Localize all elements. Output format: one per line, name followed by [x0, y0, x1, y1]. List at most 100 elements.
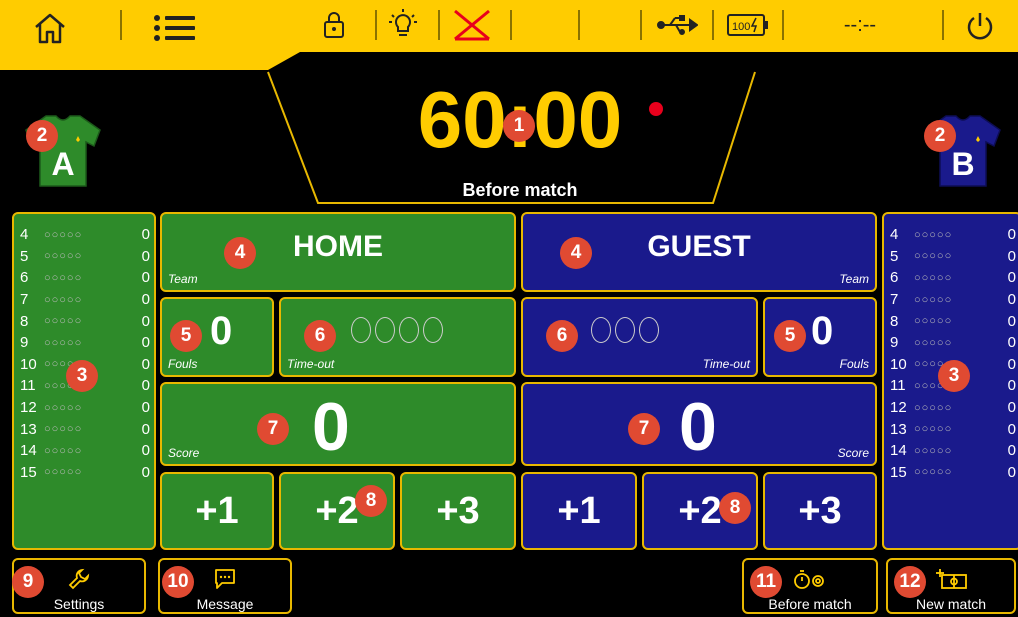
player-points: 0	[1007, 334, 1016, 352]
player-foul-indicators: ○○○○○	[44, 228, 83, 241]
callout-6: 6	[546, 320, 578, 352]
player-row[interactable]: 6 ○○○○○ 0	[20, 267, 150, 289]
player-foul-indicators: ○○○○○	[44, 250, 83, 263]
player-points: 0	[1007, 420, 1016, 438]
player-number: 7	[890, 291, 899, 309]
callout-8: 8	[719, 492, 751, 524]
player-row[interactable]: 7 ○○○○○ 0	[20, 289, 150, 311]
player-number: 7	[20, 291, 29, 309]
player-points: 0	[1007, 442, 1016, 460]
player-number: 14	[890, 442, 907, 460]
clock-running-indicator	[649, 102, 663, 116]
guest-plus1-button[interactable]: +1	[521, 472, 637, 550]
player-points: 0	[141, 291, 150, 309]
player-number: 9	[20, 334, 29, 352]
before-match-label: Before match	[768, 596, 852, 612]
home-timeout-label: Time-out	[287, 357, 335, 371]
player-number: 15	[20, 463, 37, 481]
guest-score-panel[interactable]: 0 Score	[521, 382, 877, 466]
callout-1: 1	[503, 110, 535, 142]
callout-10: 10	[162, 566, 194, 598]
player-number: 10	[20, 355, 37, 373]
home-timeout-indicators	[351, 317, 443, 343]
player-points: 0	[141, 442, 150, 460]
player-foul-indicators: ○○○○○	[914, 444, 953, 457]
callout-5: 5	[170, 320, 202, 352]
callout-11: 11	[750, 566, 782, 598]
player-row[interactable]: 13 ○○○○○ 0	[890, 418, 1016, 440]
home-fouls-value: 0	[210, 309, 233, 353]
player-foul-indicators: ○○○○○	[44, 336, 83, 349]
player-number: 6	[890, 269, 899, 287]
player-foul-indicators: ○○○○○	[914, 271, 953, 284]
player-row[interactable]: 9 ○○○○○ 0	[890, 332, 1016, 354]
player-row[interactable]: 5 ○○○○○ 0	[890, 246, 1016, 268]
player-points: 0	[141, 463, 150, 481]
home-score-panel[interactable]: 0 Score	[160, 382, 516, 466]
guest-plus3-button[interactable]: +3	[763, 472, 877, 550]
player-row[interactable]: 4 ○○○○○ 0	[890, 224, 1016, 246]
callout-5: 5	[774, 320, 806, 352]
player-foul-indicators: ○○○○○	[44, 444, 83, 457]
player-row[interactable]: 15 ○○○○○ 0	[890, 462, 1016, 484]
player-number: 11	[20, 377, 36, 395]
timeout-circle	[615, 317, 635, 343]
player-foul-indicators: ○○○○○	[914, 228, 953, 241]
player-row[interactable]: 12 ○○○○○ 0	[890, 397, 1016, 419]
player-points: 0	[1007, 226, 1016, 244]
player-row[interactable]: 6 ○○○○○ 0	[890, 267, 1016, 289]
message-label: Message	[196, 596, 254, 612]
player-foul-indicators: ○○○○○	[914, 293, 953, 306]
new-match-label: New match	[915, 596, 987, 612]
player-foul-indicators: ○○○○○	[44, 466, 83, 479]
timeout-circle	[399, 317, 419, 343]
guest-score-label: Score	[837, 446, 869, 460]
player-row[interactable]: 14 ○○○○○ 0	[20, 440, 150, 462]
player-row[interactable]: 14 ○○○○○ 0	[890, 440, 1016, 462]
player-number: 4	[890, 226, 899, 244]
player-row[interactable]: 8 ○○○○○ 0	[20, 310, 150, 332]
player-points: 0	[141, 269, 150, 287]
player-row[interactable]: 9 ○○○○○ 0	[20, 332, 150, 354]
player-points: 0	[1007, 355, 1016, 373]
player-points: 0	[141, 334, 150, 352]
player-number: 15	[890, 463, 907, 481]
callout-2: 2	[26, 120, 58, 152]
player-points: 0	[141, 312, 150, 330]
home-team-panel[interactable]: HOME Team	[160, 212, 516, 292]
player-foul-indicators: ○○○○○	[44, 315, 83, 328]
player-row[interactable]: 4 ○○○○○ 0	[20, 224, 150, 246]
home-score-value: 0	[312, 389, 350, 465]
home-score-label: Score	[168, 446, 200, 460]
player-number: 4	[20, 226, 29, 244]
player-foul-indicators: ○○○○○	[44, 423, 83, 436]
home-fouls-label: Fouls	[168, 357, 198, 371]
player-number: 13	[20, 420, 37, 438]
player-points: 0	[141, 247, 150, 265]
player-number: 12	[20, 399, 37, 417]
player-foul-indicators: ○○○○○	[44, 401, 83, 414]
player-number: 8	[20, 312, 29, 330]
player-row[interactable]: 7 ○○○○○ 0	[890, 289, 1016, 311]
player-row[interactable]: 5 ○○○○○ 0	[20, 246, 150, 268]
home-plus1-button[interactable]: +1	[160, 472, 274, 550]
settings-label: Settings	[53, 596, 105, 612]
guest-timeout-indicators	[591, 317, 659, 343]
timeout-circle	[639, 317, 659, 343]
player-number: 9	[890, 334, 899, 352]
callout-4: 4	[560, 237, 592, 269]
guest-score-value: 0	[679, 389, 717, 465]
player-row[interactable]: 8 ○○○○○ 0	[890, 310, 1016, 332]
player-foul-indicators: ○○○○○	[914, 401, 953, 414]
player-row[interactable]: 13 ○○○○○ 0	[20, 418, 150, 440]
player-row[interactable]: 12 ○○○○○ 0	[20, 397, 150, 419]
guest-team-label: Team	[839, 272, 869, 286]
callout-2: 2	[924, 120, 956, 152]
player-number: 5	[20, 247, 29, 265]
player-foul-indicators: ○○○○○	[914, 466, 953, 479]
home-plus3-button[interactable]: +3	[400, 472, 516, 550]
player-number: 5	[890, 247, 899, 265]
player-number: 14	[20, 442, 37, 460]
player-row[interactable]: 15 ○○○○○ 0	[20, 462, 150, 484]
guest-timeout-label: Time-out	[702, 357, 750, 371]
